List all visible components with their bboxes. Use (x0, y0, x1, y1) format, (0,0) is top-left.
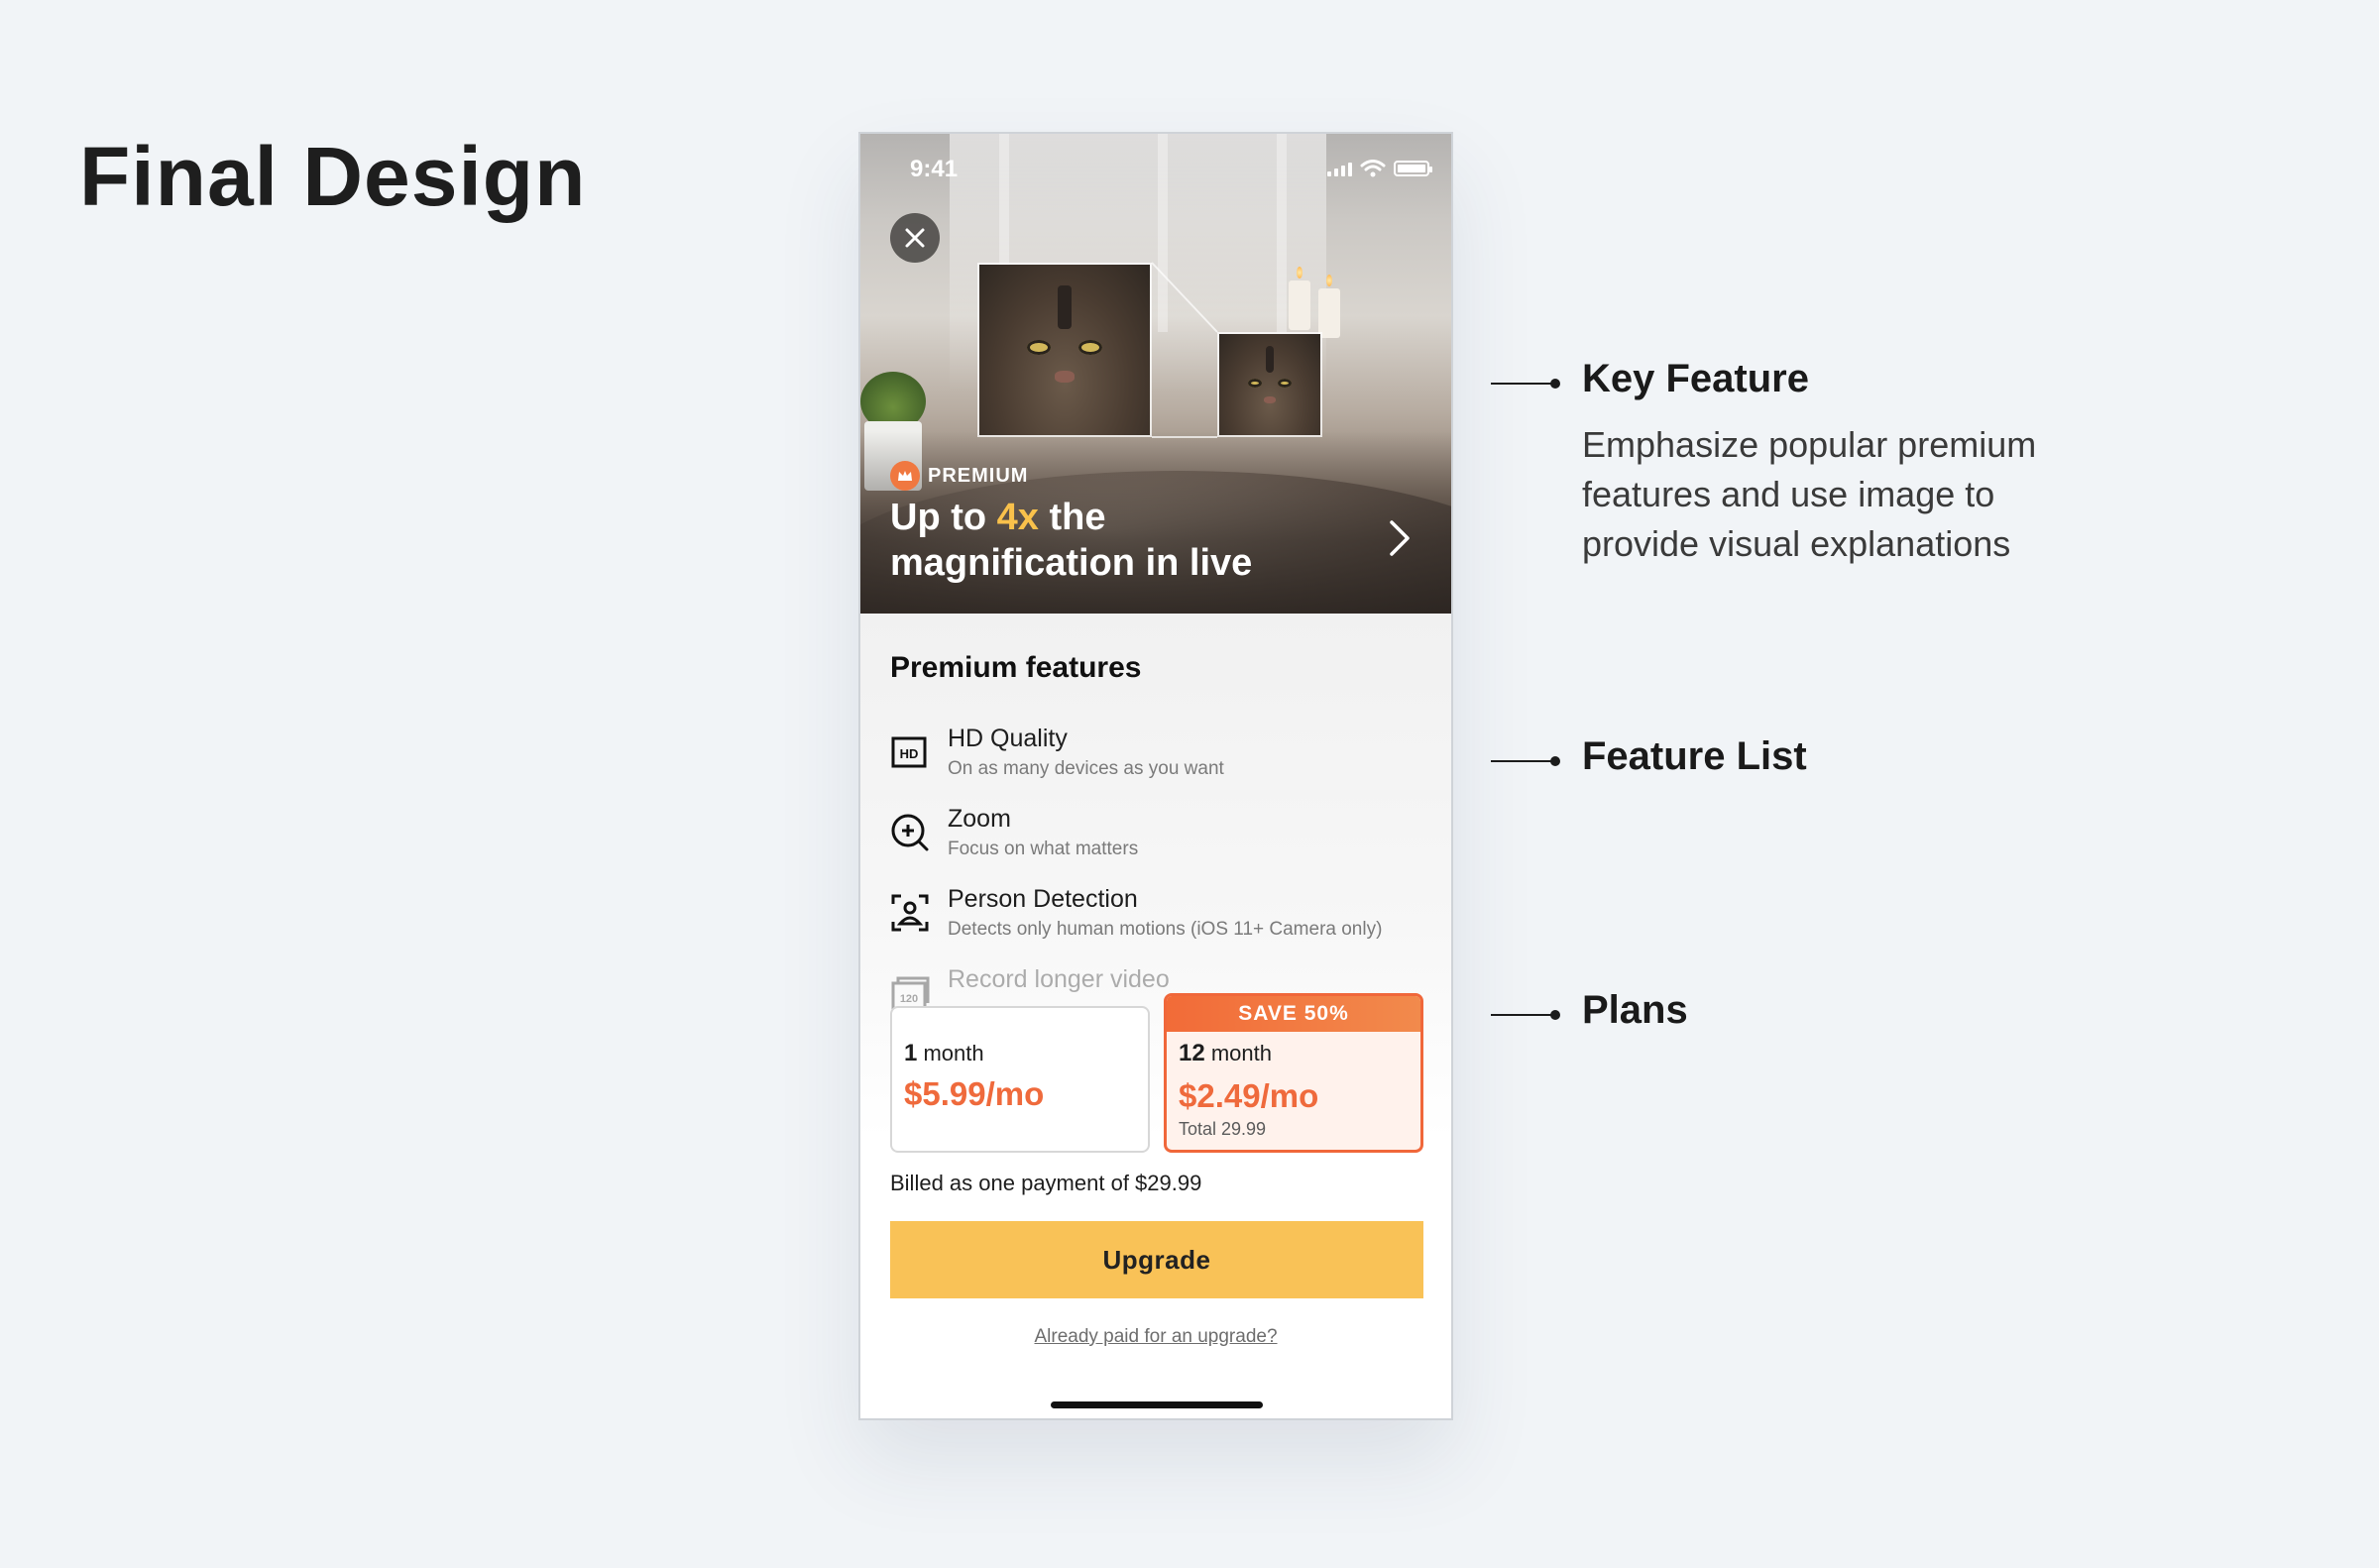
close-button[interactable] (890, 213, 940, 263)
chevron-right-icon[interactable] (1388, 518, 1412, 558)
premium-label: PREMIUM (928, 464, 1029, 487)
billed-note: Billed as one payment of $29.99 (890, 1171, 1202, 1195)
feature-item-zoom: Zoom Focus on what matters (890, 805, 1425, 874)
plan-total: Total 29.99 (1179, 1119, 1267, 1139)
close-icon (905, 228, 925, 248)
annotation-description: Emphasize popular premium features and u… (1582, 424, 2037, 564)
zoom-in-icon (891, 814, 929, 851)
plan-price: $2.49/mo (1179, 1077, 1319, 1114)
feature-title: Zoom (948, 805, 1011, 833)
already-paid-link[interactable]: Already paid for an upgrade? (860, 1326, 1451, 1348)
annotation-connector (1491, 1010, 1560, 1020)
feature-subtitle: On as many devices as you want (948, 758, 1224, 779)
feature-subtitle: Detects only human motions (iOS 11+ Came… (948, 919, 1383, 940)
feature-item-hd-quality: HD HD Quality On as many devices as you … (890, 725, 1425, 794)
feature-subtitle: Focus on what matters (948, 839, 1139, 859)
annotation-title: Feature List (1582, 734, 1807, 778)
feature-title: Person Detection (948, 885, 1138, 913)
feature-title: HD Quality (948, 725, 1068, 752)
plan-card-1-month[interactable]: 1 month $5.99/mo (890, 1006, 1150, 1153)
svg-text:120: 120 (900, 993, 918, 1005)
zoomed-cat-image (977, 263, 1152, 437)
plan-price: $5.99/mo (904, 1075, 1045, 1112)
home-indicator (1051, 1401, 1263, 1408)
features-heading: Premium features (890, 651, 1142, 684)
cat-image (1217, 332, 1322, 437)
wifi-icon (1360, 160, 1386, 177)
signal-icon (1327, 161, 1352, 176)
hero-title-accent: 4x (996, 497, 1039, 538)
crown-icon (890, 461, 920, 491)
page-title: Final Design (79, 130, 587, 223)
premium-badge: PREMIUM (890, 461, 1028, 491)
upgrade-button[interactable]: Upgrade (890, 1221, 1423, 1298)
hd-icon: HD (891, 736, 927, 768)
annotation-title: Plans (1582, 988, 1688, 1032)
annotation-connector (1491, 379, 1560, 389)
plan-card-12-month[interactable]: SAVE 50% 12 month $2.49/mo Total 29.99 (1164, 993, 1423, 1153)
save-ribbon: SAVE 50% (1167, 996, 1420, 1032)
status-time: 9:41 (910, 156, 959, 182)
phone-mockup: 9:41 PREMIUM Up to 4x the magnification … (858, 132, 1453, 1420)
feature-item-person-detection: Person Detection Detects only human moti… (890, 885, 1425, 954)
plan-duration: 1 month (904, 1040, 984, 1066)
annotation-connector (1491, 756, 1560, 766)
annotation-title: Key Feature (1582, 357, 1809, 400)
person-detection-icon (891, 894, 929, 932)
status-bar: 9:41 (860, 134, 1451, 203)
feature-title: Record longer video (948, 965, 1170, 993)
plan-duration: 12 month (1179, 1040, 1272, 1066)
battery-icon (1394, 161, 1432, 176)
svg-text:HD: HD (900, 746, 919, 761)
hero-title: Up to 4x the magnification in live (890, 497, 1253, 584)
